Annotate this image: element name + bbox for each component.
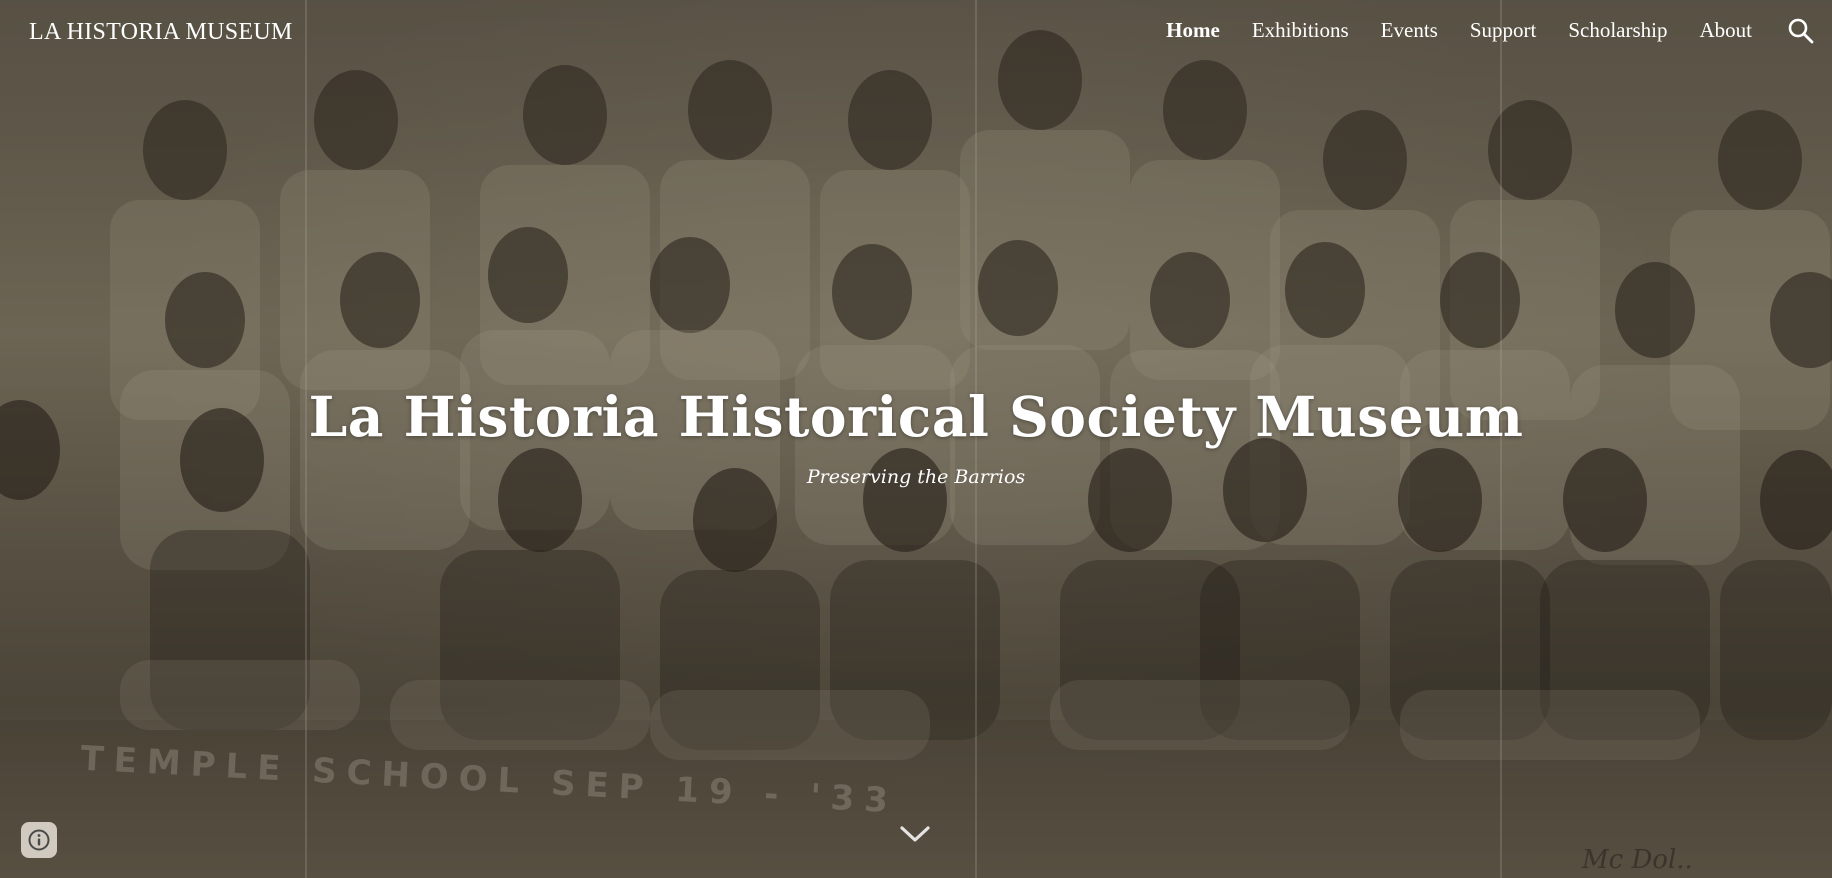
chevron-down-icon — [900, 826, 930, 842]
search-button[interactable] — [1786, 16, 1816, 46]
site-info-button[interactable] — [21, 822, 57, 858]
nav-scholarship[interactable]: Scholarship — [1568, 18, 1667, 43]
search-icon — [1788, 18, 1814, 44]
hero-title: La Historia Historical Society Museum — [308, 384, 1524, 449]
nav-home[interactable]: Home — [1166, 18, 1220, 43]
nav-exhibitions[interactable]: Exhibitions — [1252, 18, 1349, 43]
nav-support[interactable]: Support — [1470, 18, 1537, 43]
main-nav: Home Exhibitions Events Support Scholars… — [1166, 18, 1752, 43]
site-title-link[interactable]: LA HISTORIA MUSEUM — [29, 19, 293, 46]
info-icon — [28, 829, 50, 851]
nav-about[interactable]: About — [1700, 18, 1753, 43]
nav-events[interactable]: Events — [1381, 18, 1438, 43]
site-header: LA HISTORIA MUSEUM Home Exhibitions Even… — [0, 0, 1832, 66]
hero-subtitle: Preserving the Barrios — [806, 466, 1026, 488]
scroll-down-button[interactable] — [898, 822, 932, 846]
